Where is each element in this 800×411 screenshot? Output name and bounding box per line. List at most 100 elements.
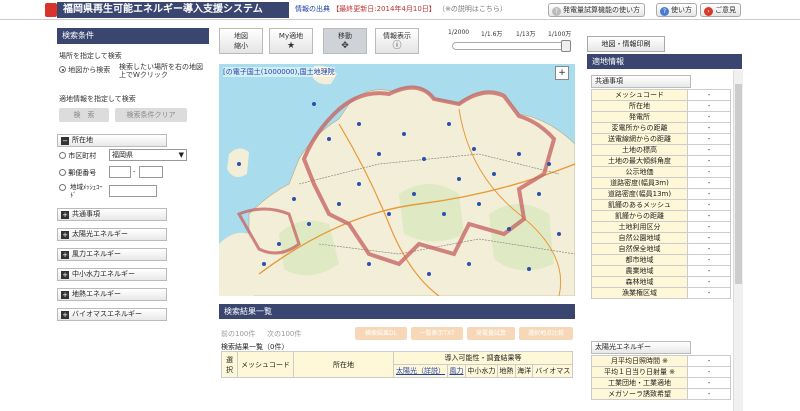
scale-slider-thumb[interactable] bbox=[561, 40, 571, 52]
power-calc-button[interactable]: 発電量試算 bbox=[467, 327, 515, 340]
info-key: 月平均日照時間 ※ bbox=[591, 355, 688, 367]
info-icon: ⓘ bbox=[392, 41, 402, 51]
scale-label: 1/13万 bbox=[516, 31, 536, 38]
info-row: 漁業権区域 - bbox=[591, 287, 731, 299]
feedback-button[interactable]: › ご意見 bbox=[700, 3, 741, 17]
move-button[interactable]: 移動 ✥ bbox=[323, 28, 367, 54]
site-info-panel: 地図・情報印刷 適地情報 共通事項 メッシュコード - 所在地 - 発電所 - 変電所からの… bbox=[587, 28, 745, 411]
search-button[interactable]: 検 索 bbox=[59, 108, 109, 122]
last-updated: 【最終更新日:2014年4月10日】 bbox=[332, 5, 436, 13]
prev-page-link[interactable]: 前の100件 bbox=[221, 329, 255, 339]
info-value: - bbox=[687, 199, 731, 211]
info-value: - bbox=[687, 287, 731, 299]
note-link[interactable]: （※の説明はこちら） bbox=[438, 5, 507, 13]
section-label: 太陽光エネルギー bbox=[72, 230, 128, 238]
mesh-input[interactable] bbox=[109, 185, 157, 197]
calc-help-button[interactable]: ? 発電量試算機能の使い方 bbox=[548, 3, 645, 17]
section-common[interactable]: + 共通事項 bbox=[57, 208, 167, 221]
col-geothermal: 地熱 bbox=[497, 364, 516, 378]
map-zoom-icon[interactable]: + bbox=[555, 66, 569, 80]
info-key: 道路密度(幅員3m) bbox=[591, 177, 688, 189]
info-display-label: 情報表示 bbox=[383, 32, 411, 40]
results-table: 選択 メッシュコード 所在地 導入可能性・調査結果等 太陽光（詳説） 風力 中小… bbox=[221, 351, 573, 378]
postal-separator: - bbox=[133, 168, 136, 176]
info-key: 飢饉からの距離 bbox=[591, 210, 688, 222]
postal-label: 郵便番号 bbox=[68, 169, 97, 177]
col-wind-link[interactable]: 風力 bbox=[449, 367, 463, 375]
info-row: 公示地価 - bbox=[591, 166, 731, 178]
section-solar[interactable]: + 太陽光エネルギー bbox=[57, 228, 167, 241]
info-display-button[interactable]: 情報表示 ⓘ bbox=[375, 28, 419, 54]
info-row: 平均１日当り日射量 ※ - bbox=[591, 366, 731, 378]
section-hydro[interactable]: + 中小水力エネルギー bbox=[57, 268, 167, 281]
next-page-link[interactable]: 次の100件 bbox=[267, 329, 301, 339]
print-button[interactable]: 地図・情報印刷 bbox=[587, 36, 665, 52]
section-biomass[interactable]: + バイオマスエネルギー bbox=[57, 308, 167, 321]
map-attribution: [の電子国土(1000000),国土地理院 bbox=[223, 67, 335, 77]
info-key: 飢饉のあるメッシュ bbox=[591, 199, 688, 211]
arrow-circle-icon: › bbox=[704, 7, 713, 16]
info-value: - bbox=[687, 388, 731, 400]
radio-mesh[interactable] bbox=[59, 184, 66, 192]
info-prefix[interactable]: 情報の出典 bbox=[295, 5, 330, 13]
info-value: - bbox=[687, 366, 731, 378]
info-row: 飢饉のあるメッシュ - bbox=[591, 199, 731, 211]
expand-icon: + bbox=[61, 271, 69, 279]
info-row: 工業団地・工業適地 - bbox=[591, 377, 731, 389]
map-view[interactable]: [の電子国土(1000000),国土地理院 + bbox=[219, 64, 575, 296]
info-row: 土地利用区分 - bbox=[591, 221, 731, 233]
info-row: 送電線網からの距離 - bbox=[591, 133, 731, 145]
info-key: 土地の最大傾斜角度 bbox=[591, 155, 688, 167]
results-download-button[interactable]: 検索結果DL bbox=[355, 327, 407, 340]
clear-button[interactable]: 検索条件クリア bbox=[115, 108, 187, 122]
zoom-out-label: 地図 bbox=[234, 32, 248, 40]
section-geothermal[interactable]: + 地熱エネルギー bbox=[57, 288, 167, 301]
col-biomass: バイオマス bbox=[532, 364, 573, 378]
question-icon: ? bbox=[660, 7, 669, 16]
my-site-button[interactable]: My適地 ★ bbox=[269, 28, 313, 54]
radio-map-search[interactable]: 地図から検索 bbox=[59, 65, 110, 75]
info-row: 所在地 - bbox=[591, 100, 731, 112]
col-wind[interactable]: 風力 bbox=[447, 364, 466, 378]
compare-button[interactable]: 選択地点比較 bbox=[519, 327, 573, 340]
radio-icon bbox=[59, 184, 66, 191]
info-row: 月平均日照時間 ※ - bbox=[591, 355, 731, 367]
col-select: 選択 bbox=[221, 351, 238, 378]
search-panel: 検索条件 場所を指定して検索 地図から検索 検索したい場所を右の地図上でWクリッ… bbox=[57, 28, 209, 411]
radio-postal[interactable]: 郵便番号 bbox=[59, 168, 96, 178]
section-wind[interactable]: + 風力エネルギー bbox=[57, 248, 167, 261]
info-row: 道路密度(幅員13m) - bbox=[591, 188, 731, 200]
info-value: - bbox=[687, 89, 731, 101]
info-source-link[interactable]: 情報の出典 【最終更新日:2014年4月10日】 （※の説明はこちら） bbox=[295, 4, 507, 14]
info-key: 道路密度(幅員13m) bbox=[591, 188, 688, 200]
info-heading: 適地情報を指定して検索 bbox=[59, 95, 136, 103]
scale-slider[interactable] bbox=[452, 40, 571, 52]
info-value: - bbox=[687, 144, 731, 156]
city-select[interactable]: 福岡県 ▼ bbox=[109, 149, 187, 161]
info-row: 発電所 - bbox=[591, 111, 731, 123]
info-value: - bbox=[687, 254, 731, 266]
postal-input-2[interactable] bbox=[139, 166, 163, 178]
info-key: 自然保全地域 bbox=[591, 243, 688, 255]
postal-input-1[interactable] bbox=[109, 166, 131, 178]
col-solar-link[interactable]: 太陽光（詳説） bbox=[396, 367, 445, 375]
expand-icon: + bbox=[61, 211, 69, 219]
app-header: 福岡県再生可能エネルギー導入支援システム 情報の出典 【最終更新日:2014年4… bbox=[0, 0, 800, 20]
scale-label: 1/2000 bbox=[448, 29, 470, 36]
section-label: 地熱エネルギー bbox=[72, 290, 121, 298]
results-title: 検索結果一覧 bbox=[219, 304, 575, 319]
feedback-label: ご意見 bbox=[715, 6, 736, 14]
info-value: - bbox=[687, 243, 731, 255]
radio-city[interactable]: 市区町村 bbox=[59, 151, 96, 161]
scrollbar-thumb[interactable] bbox=[735, 84, 742, 284]
site-info-scrollbar[interactable] bbox=[733, 70, 743, 411]
list-text-button[interactable]: 一覧表示TXT bbox=[411, 327, 463, 340]
info-row: メッシュコード - bbox=[591, 89, 731, 101]
zoom-out-button[interactable]: 地図 縮小 bbox=[219, 28, 263, 54]
info-value: - bbox=[687, 133, 731, 145]
col-solar[interactable]: 太陽光（詳説） bbox=[392, 364, 449, 378]
info-key: 土地利用区分 bbox=[591, 221, 688, 233]
help-button[interactable]: ? 使い方 bbox=[656, 3, 697, 17]
star-icon: ★ bbox=[286, 41, 296, 51]
section-location[interactable]: − 所在地 bbox=[57, 134, 167, 147]
